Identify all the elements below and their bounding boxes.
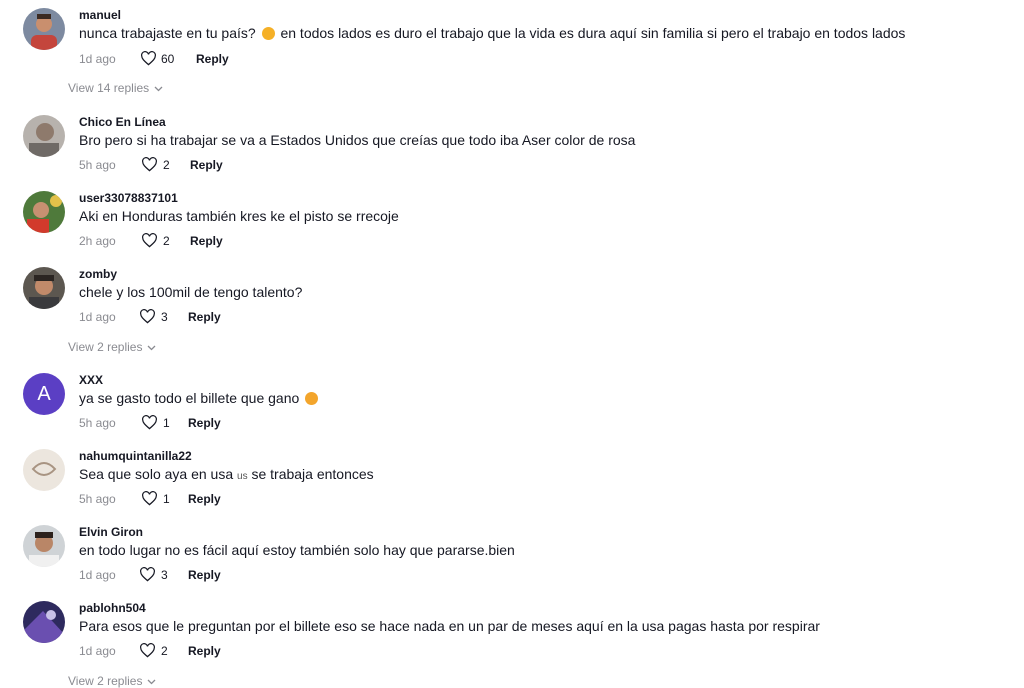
- comment-text: en todo lugar no es fácil aquí estoy tam…: [79, 542, 515, 558]
- comment-text: chele y los 100mil de tengo talento?: [79, 284, 303, 300]
- like-count: 3: [161, 568, 168, 582]
- reply-button[interactable]: Reply: [188, 568, 221, 582]
- comment-text: Para esos que le preguntan por el billet…: [79, 618, 820, 634]
- like-count: 2: [161, 644, 168, 658]
- flushed-face-icon: [305, 392, 319, 405]
- comment-text: Bro pero si ha trabajar se va a Estados …: [79, 132, 636, 148]
- comment-time: 5h ago: [79, 492, 116, 506]
- comment-time: 1d ago: [79, 568, 116, 582]
- comment-time: 2h ago: [79, 234, 116, 248]
- comment-username[interactable]: zomby: [79, 267, 117, 281]
- reply-button[interactable]: Reply: [196, 52, 229, 66]
- comment-username[interactable]: user33078837101: [79, 191, 178, 205]
- comment-text-part: nunca trabajaste en tu país?: [79, 25, 256, 41]
- comment-username[interactable]: Elvin Giron: [79, 525, 143, 539]
- heart-icon[interactable]: [139, 643, 156, 658]
- comment-username[interactable]: Chico En Línea: [79, 115, 166, 129]
- reply-button[interactable]: Reply: [190, 158, 223, 172]
- avatar[interactable]: [23, 601, 65, 643]
- like-count: 2: [163, 158, 170, 172]
- chevron-down-icon: [154, 81, 163, 95]
- us-small-text: us: [237, 471, 248, 482]
- avatar[interactable]: [23, 449, 65, 491]
- view-replies-button[interactable]: View 2 replies: [68, 340, 156, 354]
- reply-button[interactable]: Reply: [188, 644, 221, 658]
- comment-text-part: ya se gasto todo el billete que gano: [79, 390, 300, 406]
- comment-text: Sea que solo aya en usa us se trabaja en…: [79, 466, 374, 482]
- comments-list: manuel nunca trabajaste en tu país? en t…: [0, 0, 1024, 688]
- avatar[interactable]: [23, 115, 65, 157]
- comment-username[interactable]: XXX: [79, 373, 103, 387]
- comment-time: 1d ago: [79, 310, 116, 324]
- view-replies-label: View 2 replies: [68, 674, 143, 688]
- reply-button[interactable]: Reply: [188, 492, 221, 506]
- comment-time: 5h ago: [79, 158, 116, 172]
- like-count: 1: [163, 492, 170, 506]
- comment-time: 1d ago: [79, 644, 116, 658]
- avatar[interactable]: [23, 267, 65, 309]
- heart-icon[interactable]: [141, 415, 158, 430]
- view-replies-label: View 14 replies: [68, 81, 150, 95]
- comment-username[interactable]: manuel: [79, 8, 121, 22]
- avatar[interactable]: [23, 525, 65, 567]
- like-count: 60: [161, 52, 175, 66]
- comment-text-part: Sea que solo aya en usa: [79, 466, 238, 482]
- comment-time: 5h ago: [79, 416, 116, 430]
- like-count: 3: [161, 310, 168, 324]
- view-replies-button[interactable]: View 14 replies: [68, 81, 163, 95]
- view-replies-button[interactable]: View 2 replies: [68, 674, 156, 688]
- view-replies-label: View 2 replies: [68, 340, 143, 354]
- comment-username[interactable]: pablohn504: [79, 601, 146, 615]
- comment-text-part: en todos lados es duro el trabajo que la…: [280, 25, 906, 41]
- reply-button[interactable]: Reply: [188, 416, 221, 430]
- heart-icon[interactable]: [141, 157, 158, 172]
- avatar[interactable]: [23, 8, 65, 50]
- comment-text: ya se gasto todo el billete que gano: [79, 390, 320, 406]
- heart-icon[interactable]: [140, 51, 157, 66]
- reply-button[interactable]: Reply: [188, 310, 221, 324]
- heart-icon[interactable]: [141, 491, 158, 506]
- like-count: 2: [163, 234, 170, 248]
- heart-icon[interactable]: [139, 309, 156, 324]
- chevron-down-icon: [147, 674, 156, 688]
- avatar[interactable]: [23, 191, 65, 233]
- avatar-letter: A: [37, 382, 51, 405]
- laughing-face-icon: [261, 27, 275, 40]
- comment-username[interactable]: nahumquintanilla22: [79, 449, 192, 463]
- like-count: 1: [163, 416, 170, 430]
- avatar[interactable]: A: [23, 373, 65, 415]
- comment-text: Aki en Honduras también kres ke el pisto…: [79, 208, 399, 224]
- heart-icon[interactable]: [139, 567, 156, 582]
- heart-icon[interactable]: [141, 233, 158, 248]
- comment-text-part: se trabaja entonces: [247, 466, 374, 482]
- comment-text: nunca trabajaste en tu país? en todos la…: [79, 25, 905, 41]
- reply-button[interactable]: Reply: [190, 234, 223, 248]
- comment-time: 1d ago: [79, 52, 116, 66]
- chevron-down-icon: [147, 340, 156, 354]
